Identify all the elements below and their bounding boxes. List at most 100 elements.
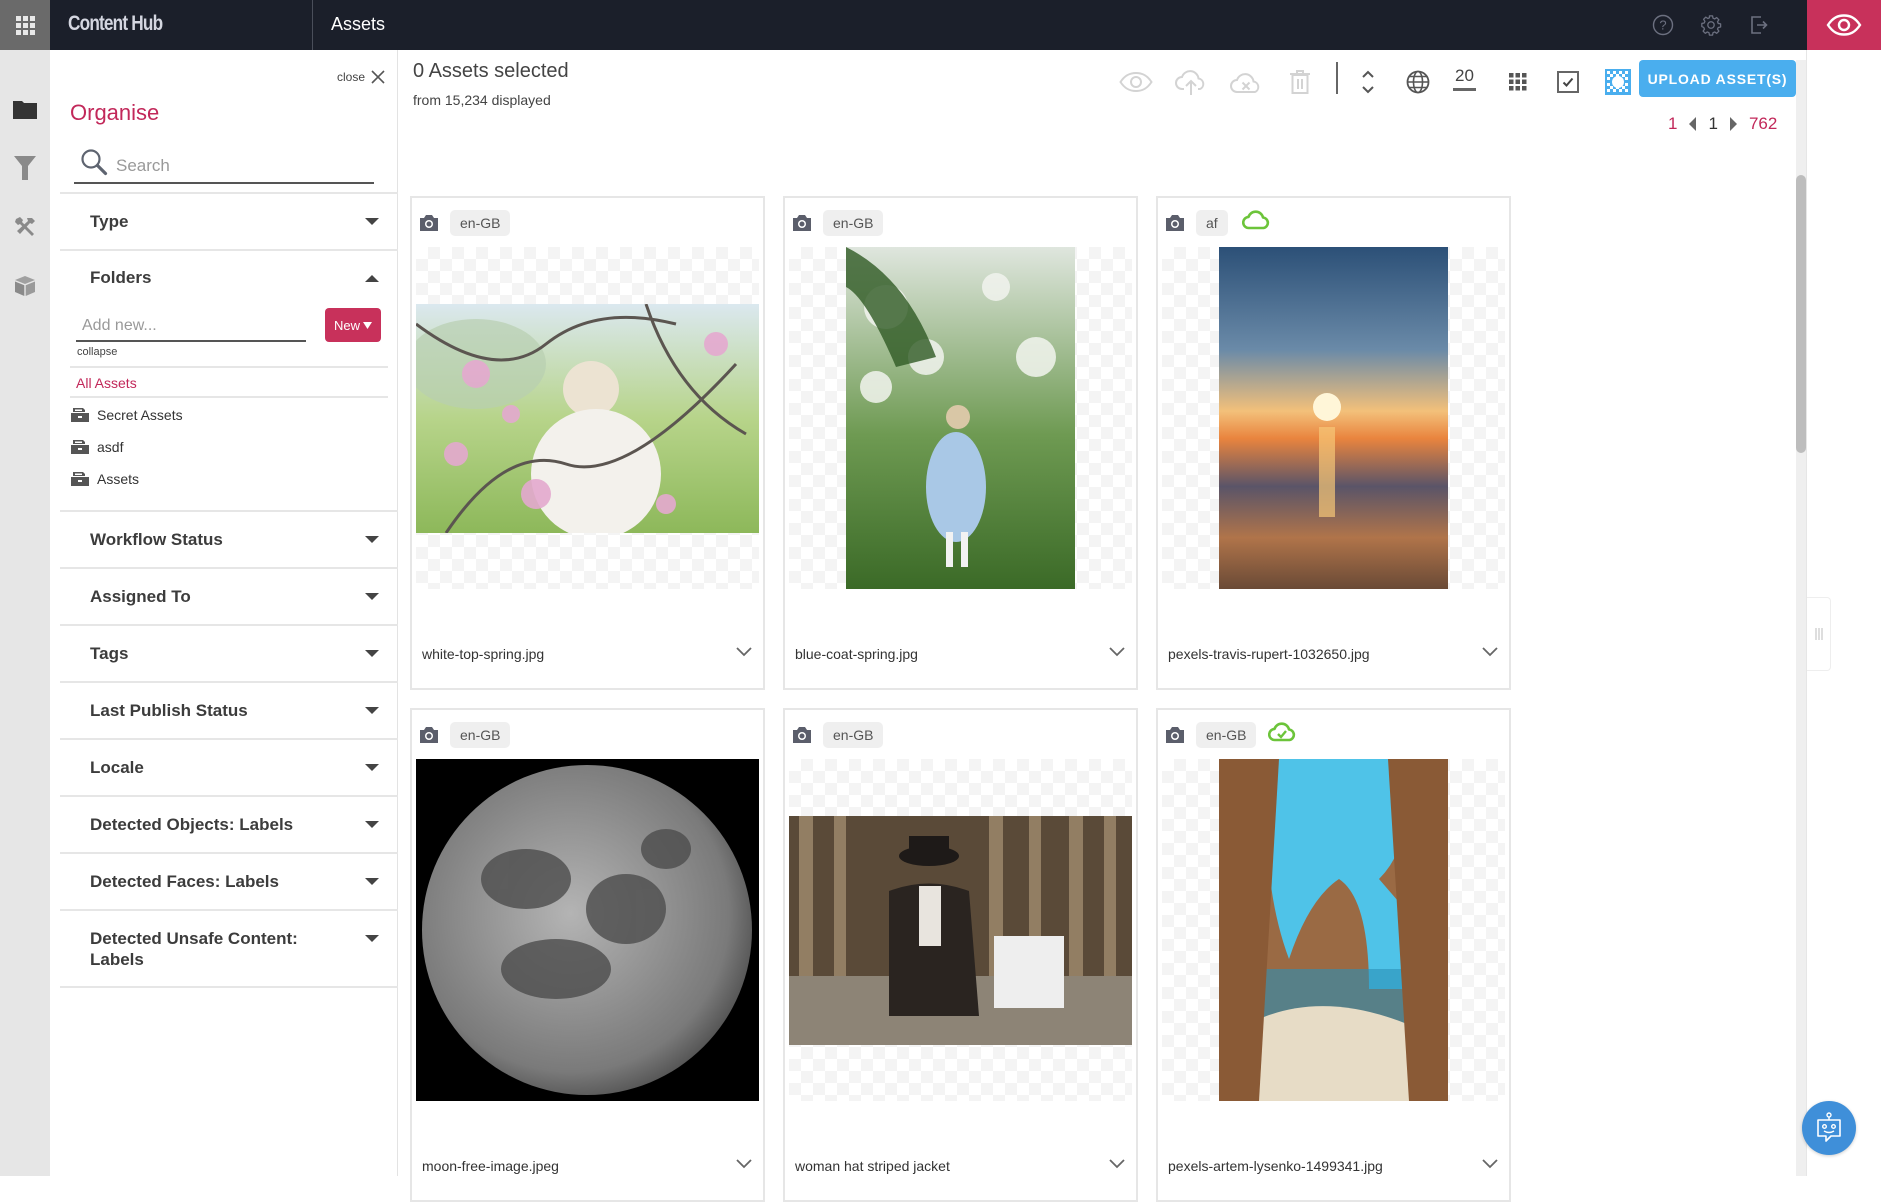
asset-card[interactable]: en-GB blue-coat-spring.jpg (783, 196, 1138, 690)
upload-assets-button[interactable]: UPLOAD ASSET(S) (1639, 60, 1796, 97)
asset-thumbnail[interactable] (1162, 247, 1505, 589)
topbar-divider (312, 0, 313, 50)
sort-button[interactable] (1350, 64, 1386, 100)
asset-thumbnail[interactable] (789, 759, 1132, 1101)
chevron-down-icon[interactable] (1108, 1154, 1126, 1172)
publish-button[interactable] (1173, 64, 1209, 100)
items-per-page[interactable]: 20 (1453, 66, 1476, 91)
locale-button[interactable] (1400, 64, 1436, 100)
filter-funnel-icon (14, 156, 36, 180)
caret-down-icon (363, 321, 372, 329)
globe-icon (1406, 70, 1430, 94)
side-panel-drag-handle[interactable] (1807, 597, 1831, 671)
camera-icon (420, 727, 438, 743)
caret-down-icon (365, 536, 379, 543)
close-panel-button[interactable]: close (337, 70, 385, 84)
view-button[interactable] (1118, 64, 1154, 100)
scrollbar-thumb[interactable] (1796, 175, 1806, 453)
section-folders[interactable]: Folders (60, 249, 398, 305)
next-page-icon[interactable] (1729, 117, 1737, 131)
chevron-down-icon[interactable] (1481, 1154, 1499, 1172)
asset-filename: blue-coat-spring.jpg (795, 646, 918, 662)
caret-down-icon (365, 764, 379, 771)
folder-label: Secret Assets (97, 407, 183, 423)
section-label: Assigned To (90, 587, 191, 606)
asset-filename: white-top-spring.jpg (422, 646, 545, 662)
search-field (74, 146, 374, 184)
folder-item[interactable]: Assets (71, 471, 139, 487)
section-label: Tags (90, 644, 129, 663)
rail-item-filters[interactable] (12, 155, 38, 181)
preview-eye-icon (1826, 14, 1862, 36)
section-detected-unsafe-content[interactable]: Detected Unsafe Content: Labels (60, 909, 398, 988)
last-page-link[interactable]: 762 (1749, 114, 1777, 134)
cloud-remove-icon (1230, 73, 1260, 93)
folder-item[interactable]: asdf (71, 439, 123, 455)
folder-item[interactable]: Secret Assets (71, 407, 183, 423)
photo-blue-coat (846, 247, 1075, 589)
section-label: Last Publish Status (90, 701, 248, 720)
brand-logo[interactable]: Content Hub (68, 12, 163, 36)
chatbot-button[interactable] (1802, 1101, 1856, 1155)
logout-icon (1751, 16, 1768, 34)
section-label: Detected Faces: Labels (90, 872, 279, 891)
app-switcher-button[interactable] (0, 0, 50, 50)
collapse-link[interactable]: collapse (77, 346, 117, 358)
rail-item-tools[interactable] (12, 214, 38, 240)
rail-item-folders[interactable] (12, 96, 38, 122)
section-detected-objects[interactable]: Detected Objects: Labels (60, 795, 398, 852)
section-last-publish-status[interactable]: Last Publish Status (60, 681, 398, 738)
rail-item-packages[interactable] (12, 273, 38, 299)
folder-all-assets[interactable]: All Assets (76, 375, 137, 391)
help-icon: ? (1652, 14, 1674, 36)
section-assigned-to[interactable]: Assigned To (60, 567, 398, 624)
settings-button[interactable] (1699, 13, 1723, 37)
chevron-down-icon[interactable] (735, 642, 753, 660)
top-bar: Content Hub Assets ? (0, 0, 1881, 50)
section-label: Workflow Status (90, 530, 223, 549)
unpublish-button[interactable] (1228, 64, 1264, 100)
asset-filename: moon-free-image.jpeg (422, 1158, 559, 1174)
asset-card[interactable]: en-GB moon-free-image.jpeg (410, 708, 765, 1202)
help-button[interactable]: ? (1651, 13, 1675, 37)
new-button-label: New (333, 317, 360, 333)
locale-badge: en-GB (450, 210, 511, 236)
select-all-button[interactable] (1550, 64, 1586, 100)
close-label: close (336, 70, 365, 84)
grid-view-button[interactable] (1500, 64, 1536, 100)
folder-drawer-icon (71, 440, 89, 454)
caret-down-icon (365, 878, 379, 885)
asset-card[interactable]: en-GB white-top-spring.jpg (410, 196, 765, 690)
asset-thumbnail[interactable] (416, 247, 759, 589)
transparency-toggle-button[interactable] (1600, 64, 1636, 100)
section-label: Detected Objects: Labels (90, 815, 294, 834)
new-folder-button[interactable]: New (325, 308, 381, 342)
divider (70, 396, 388, 398)
chevron-down-icon[interactable] (1481, 642, 1499, 660)
close-icon (371, 70, 385, 84)
section-workflow-status[interactable]: Workflow Status (60, 510, 398, 567)
section-detected-faces[interactable]: Detected Faces: Labels (60, 852, 398, 909)
asset-thumbnail[interactable] (416, 759, 759, 1101)
prev-page-icon[interactable] (1689, 117, 1697, 131)
asset-thumbnail[interactable] (1162, 759, 1505, 1101)
section-locale[interactable]: Locale (60, 738, 398, 795)
section-type[interactable]: Type (60, 192, 398, 249)
asset-card[interactable]: en-GB pexels-artem-lysenko-1499341.jpg (1156, 708, 1511, 1202)
delete-button[interactable] (1282, 64, 1318, 100)
chevron-down-icon[interactable] (735, 1154, 753, 1172)
section-label: Detected Unsafe Content: Labels (90, 929, 298, 969)
tools-icon (15, 217, 35, 236)
asset-thumbnail[interactable] (789, 247, 1132, 589)
add-folder-input[interactable] (76, 312, 306, 342)
folder-icon (13, 101, 37, 119)
logout-button[interactable] (1747, 13, 1771, 37)
search-input[interactable] (116, 156, 366, 176)
asset-card[interactable]: en-GB woman hat striped jacket (783, 708, 1138, 1202)
first-page-link[interactable]: 1 (1668, 114, 1677, 134)
section-tags[interactable]: Tags (60, 624, 398, 681)
asset-card[interactable]: af pexels-travis-rupert-1032650.jpg (1156, 196, 1511, 690)
preview-toggle-button[interactable] (1807, 0, 1881, 50)
photo-sea-arch (1219, 759, 1448, 1101)
chevron-down-icon[interactable] (1108, 642, 1126, 660)
